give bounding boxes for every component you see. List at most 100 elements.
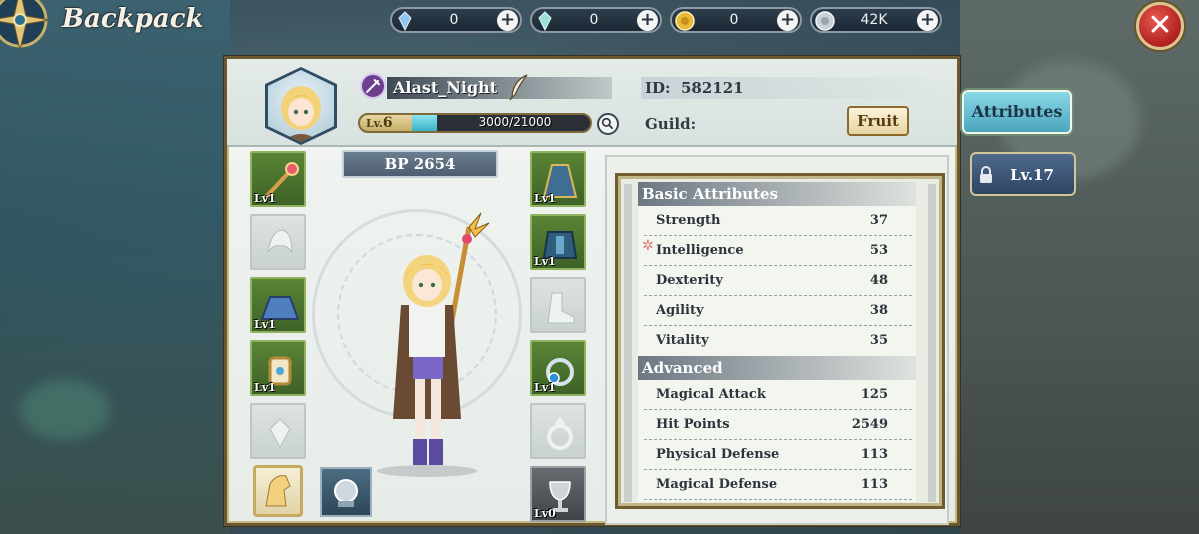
fruit-button[interactable]: Fruit xyxy=(847,106,909,136)
close-icon: ✕ xyxy=(1147,8,1173,43)
level-badge: Lv.6 xyxy=(360,115,412,131)
character-panel: Alast_Night Lv.6 3000/21000 ID: 582121 G… xyxy=(224,56,960,526)
equip-slot-emblem[interactable] xyxy=(250,403,306,459)
currency-value: 42K xyxy=(860,12,888,28)
attr-name: Physical Defense xyxy=(656,447,780,462)
equip-slot-skirt[interactable]: Lv1 xyxy=(250,277,306,333)
character-model[interactable] xyxy=(357,209,497,479)
equip-slot-armor[interactable]: Lv1 xyxy=(530,214,586,270)
currency-blue-crystal: 0 + xyxy=(390,7,522,33)
equip-slot-boots[interactable] xyxy=(530,277,586,333)
currency-value: 0 xyxy=(449,12,459,28)
equip-slot-ring[interactable]: Lv1 xyxy=(530,340,586,396)
add-currency-button[interactable]: + xyxy=(777,10,798,31)
silver-coin-icon xyxy=(815,11,835,31)
background-foliage xyxy=(20,380,110,440)
level-exp-bar: Lv.6 3000/21000 xyxy=(358,113,592,133)
guild-label: Guild: xyxy=(645,115,697,133)
currency-green-crystal: 0 + xyxy=(530,7,662,33)
blue-crystal-icon xyxy=(398,11,412,32)
ring-empty-icon xyxy=(547,417,573,450)
currency-value: 0 xyxy=(589,12,599,28)
attr-value: 37 xyxy=(869,213,888,228)
attr-name: Strength xyxy=(656,213,721,228)
frame-pillar-left xyxy=(624,184,632,502)
pet-slot[interactable] xyxy=(320,467,372,517)
attr-value: 38 xyxy=(869,303,888,318)
attr-row-physical-defense: Physical Defense 113 xyxy=(644,440,912,470)
basic-attributes-title: Basic Attributes xyxy=(638,182,916,206)
id-value: 582121 xyxy=(681,79,744,97)
attr-value: 53 xyxy=(869,243,888,258)
attr-name: Magical Attack xyxy=(656,387,766,402)
advanced-attributes-title: Advanced xyxy=(638,356,916,380)
page-title: Backpack xyxy=(62,4,204,34)
attr-value: 48 xyxy=(869,273,888,288)
battle-power: BP 2654 xyxy=(342,150,498,178)
player-name: Alast_Night xyxy=(393,78,498,97)
slot-level: Lv1 xyxy=(534,192,556,205)
attr-value: 113 xyxy=(860,477,888,492)
tab-locked-level[interactable]: Lv.17 xyxy=(970,152,1076,196)
add-currency-button[interactable]: + xyxy=(917,10,938,31)
slot-level: Lv1 xyxy=(534,381,556,394)
boots-icon xyxy=(547,292,575,324)
slot-level: Lv0 xyxy=(534,507,556,520)
attr-name: Magical Defense xyxy=(656,477,778,492)
tab-attributes[interactable]: Attributes xyxy=(962,90,1072,134)
currency-silver-coin: 42K + xyxy=(810,7,942,33)
slot-level: Lv1 xyxy=(254,318,276,331)
equip-slot-bracelet[interactable]: Lv1 xyxy=(250,340,306,396)
equip-slot-cape[interactable]: Lv1 xyxy=(530,151,586,207)
attr-value: 35 xyxy=(869,333,888,348)
attr-name: Agility xyxy=(656,303,704,318)
attr-name: Intelligence xyxy=(656,243,744,258)
attr-value: 113 xyxy=(860,447,888,462)
slot-level: Lv1 xyxy=(254,192,276,205)
green-crystal-icon xyxy=(538,11,552,32)
orb-icon xyxy=(334,479,358,507)
primary-stat-star-icon: ✲ xyxy=(642,238,654,254)
attributes-panel: Basic Attributes Strength 37 ✲ Intellige… xyxy=(605,155,949,525)
lock-icon xyxy=(980,166,992,183)
attr-name: Dexterity xyxy=(656,273,723,288)
slot-level: Lv1 xyxy=(534,255,556,268)
attr-row-intelligence: ✲ Intelligence 53 xyxy=(642,236,912,266)
exp-fill xyxy=(412,115,437,131)
attr-name: Hit Points xyxy=(656,417,730,432)
currency-value: 0 xyxy=(729,12,739,28)
attr-row-hit-points: Hit Points 2549 xyxy=(644,410,912,440)
attr-value: 2549 xyxy=(851,417,888,432)
currency-gold-coin: 0 + xyxy=(670,7,802,33)
close-button[interactable]: ✕ xyxy=(1136,2,1184,50)
attr-row-magical-defense: Magical Defense 113 xyxy=(644,470,912,500)
character-portrait-icon xyxy=(281,86,321,142)
equip-slot-hat[interactable] xyxy=(250,214,306,270)
gold-coin-icon xyxy=(675,11,695,31)
attr-name: Vitality xyxy=(656,333,709,348)
title-badge-slot[interactable] xyxy=(253,465,303,517)
search-icon[interactable] xyxy=(597,113,619,135)
mage-class-icon xyxy=(360,73,386,99)
frame-pillar-right xyxy=(928,184,936,502)
equip-slot-chalice[interactable]: Lv0 xyxy=(530,466,586,522)
emblem-icon xyxy=(269,418,291,449)
add-currency-button[interactable]: + xyxy=(497,10,518,31)
horse-head-icon xyxy=(265,475,291,507)
rename-quill-icon[interactable] xyxy=(507,73,531,101)
attr-row-dexterity: Dexterity 48 xyxy=(644,266,912,296)
unlock-level-label: Lv.17 xyxy=(1010,166,1054,184)
exp-value: 3000/21000 xyxy=(478,115,552,129)
attr-row-magical-attack: Magical Attack 125 xyxy=(644,380,912,410)
attributes-frame: Basic Attributes Strength 37 ✲ Intellige… xyxy=(615,173,945,509)
attr-row-vitality: Vitality 35 xyxy=(644,326,912,356)
equip-slot-ring-2[interactable] xyxy=(530,403,586,459)
background-left xyxy=(0,0,230,534)
slot-level: Lv1 xyxy=(254,381,276,394)
compass-logo-icon xyxy=(0,0,51,51)
attr-value: 125 xyxy=(860,387,888,402)
add-currency-button[interactable]: + xyxy=(637,10,658,31)
attributes-list[interactable]: Basic Attributes Strength 37 ✲ Intellige… xyxy=(638,182,916,502)
equip-slot-weapon[interactable]: Lv1 xyxy=(250,151,306,207)
attr-row-agility: Agility 38 xyxy=(644,296,912,326)
